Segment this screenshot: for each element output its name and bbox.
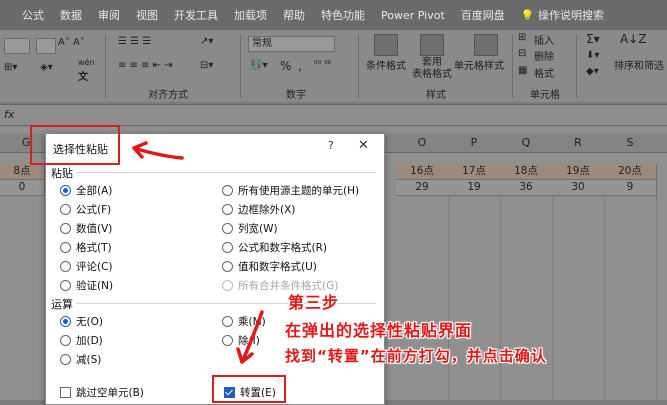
annotation-line2: 在弹出的选择性粘贴界面 [285,321,473,340]
annotation-line3: 找到“转置”在前方打勾，并点击确认 [285,347,547,365]
annotation-step: 第三步 [288,293,340,312]
